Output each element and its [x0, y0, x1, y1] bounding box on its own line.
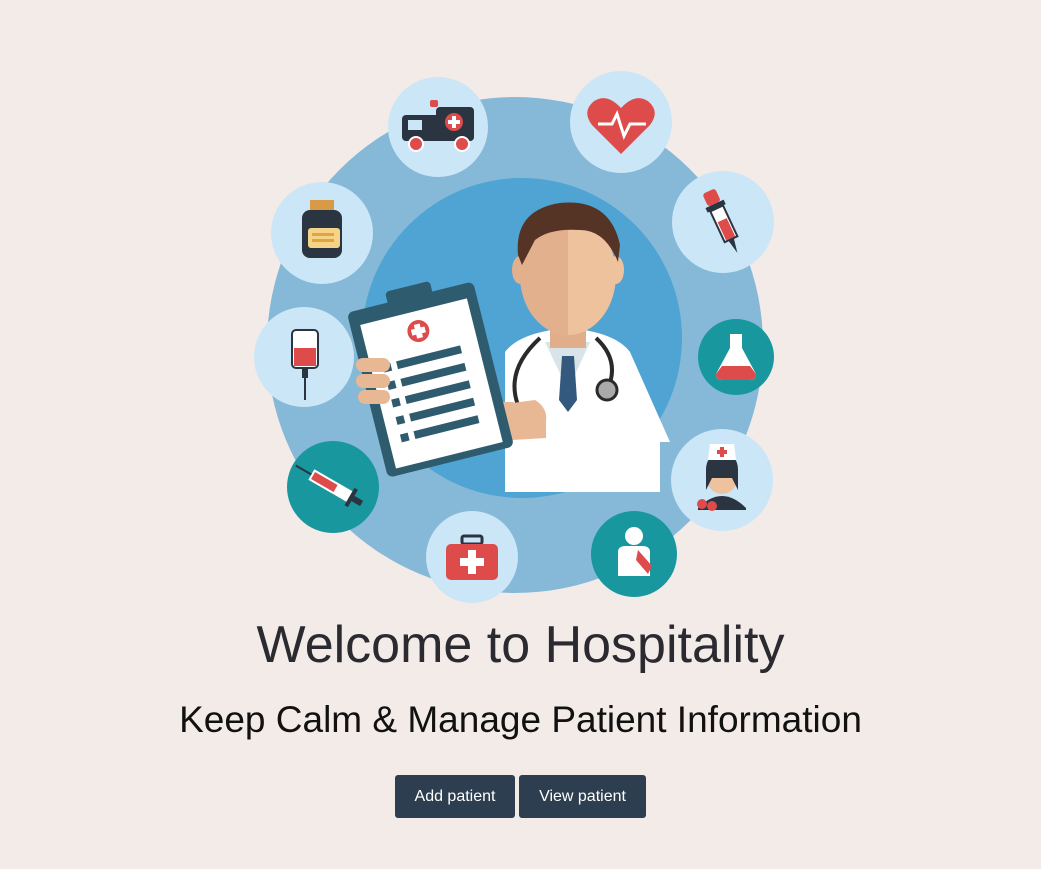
- page-subtitle: Keep Calm & Manage Patient Information: [179, 699, 862, 740]
- injured-patient-icon: [591, 511, 677, 597]
- syringe-icon: [287, 441, 379, 533]
- first-aid-kit-icon: [426, 511, 518, 603]
- iv-bag-icon: [254, 307, 354, 407]
- view-patient-button[interactable]: View patient: [519, 775, 646, 818]
- heart-pulse-icon: [570, 71, 672, 173]
- action-buttons: Add patient View patient: [0, 775, 1041, 818]
- add-patient-button[interactable]: Add patient: [395, 775, 515, 818]
- ambulance-icon: [388, 77, 488, 177]
- page-title: Welcome to Hospitality: [256, 616, 785, 674]
- doctor-illustration: [254, 71, 774, 603]
- nurse-icon: [671, 429, 773, 531]
- dropper-icon: [672, 171, 774, 273]
- hero-illustration: [250, 70, 780, 610]
- medicine-bottle-icon: [271, 182, 373, 284]
- flask-icon: [698, 319, 774, 395]
- holding-hand: [356, 358, 390, 404]
